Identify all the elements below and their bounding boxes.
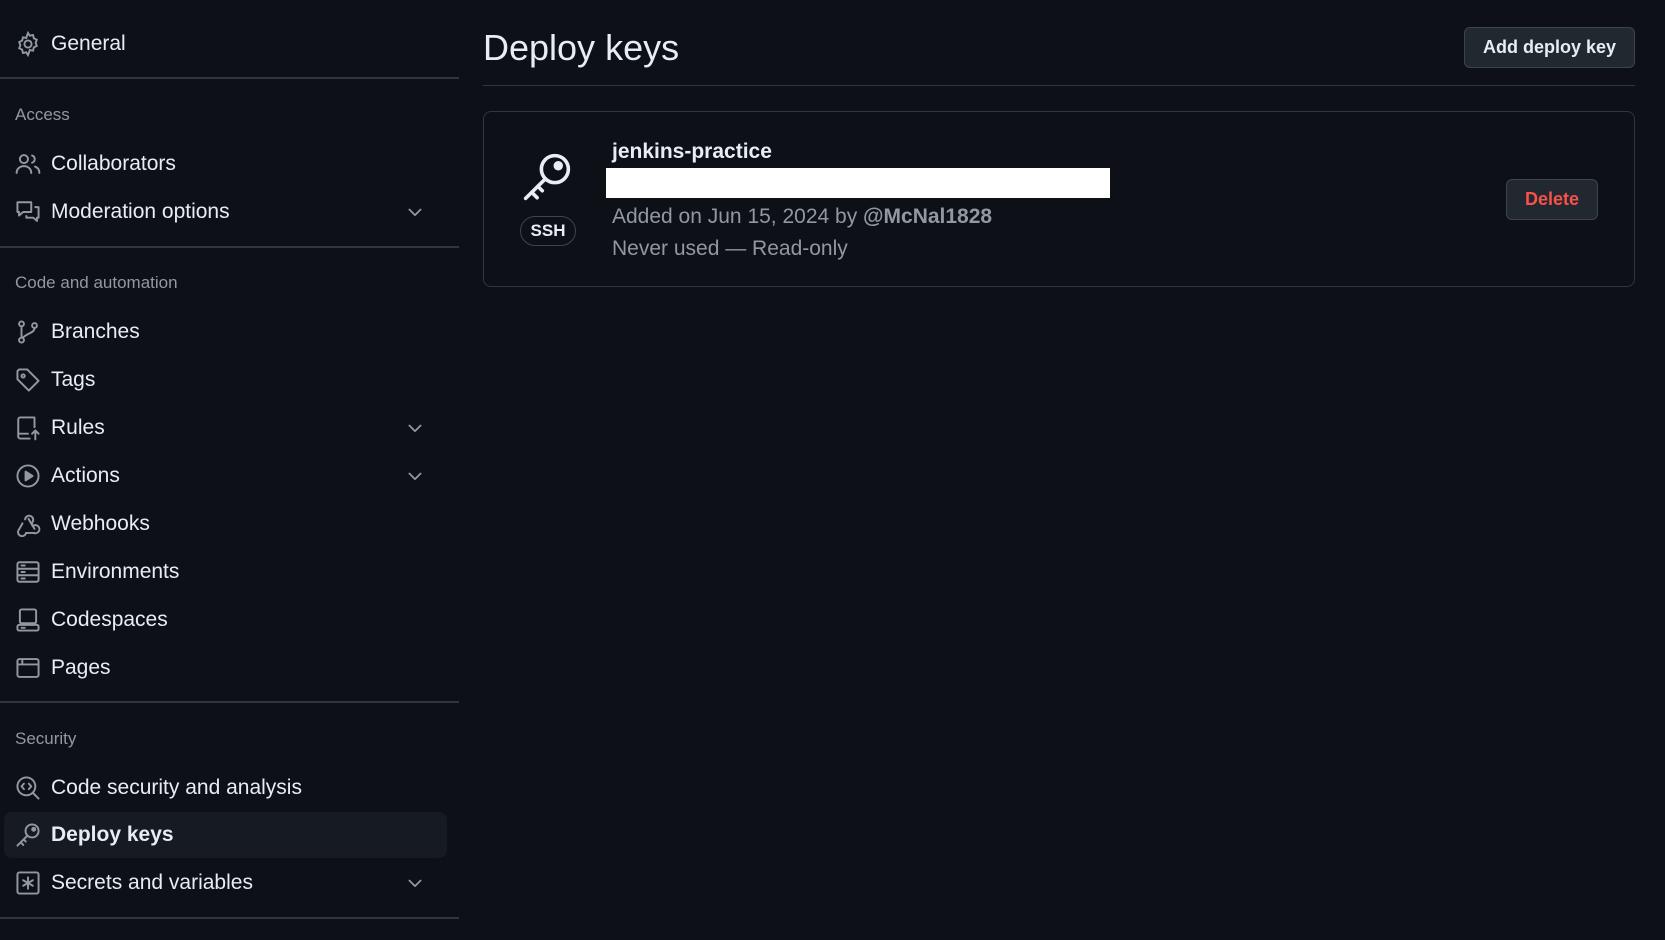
codescan-icon [15,775,41,801]
sidebar-item-rules[interactable]: Rules [4,405,447,451]
title-divider [483,85,1635,86]
sidebar-item-label: Code security and analysis [51,776,302,799]
sidebar-item-collaborators[interactable]: Collaborators [4,141,447,187]
sidebar-item-label: Pages [51,656,111,679]
delete-key-button[interactable]: Delete [1505,179,1598,220]
sidebar-item-label: Deploy keys [51,823,174,846]
sidebar-item-label: Tags [51,368,96,391]
sidebar-item-general[interactable]: General [4,21,447,67]
settings-sidebar: General Access Collaborators Moderation … [0,0,459,940]
tag-icon [15,367,41,393]
repo-push-icon [15,415,41,441]
play-icon [15,463,41,489]
sidebar-item-label: Codespaces [51,608,168,631]
sidebar-divider [0,77,459,79]
chevron-down-icon[interactable] [405,873,425,893]
sidebar-item-label: Environments [51,560,180,583]
gear-icon [15,31,41,57]
people-icon [15,151,41,177]
sidebar-item-webhooks[interactable]: Webhooks [4,501,447,547]
sidebar-divider [0,917,459,919]
deploy-key-title: jenkins-practice [612,140,772,163]
sidebar-item-label: Actions [51,464,120,487]
webhook-icon [15,511,41,537]
section-heading-security: Security [15,729,77,748]
git-branch-icon [15,319,41,345]
sidebar-divider [0,246,459,248]
sidebar-divider [0,701,459,703]
page-title: Deploy keys [483,27,680,68]
sidebar-item-pages[interactable]: Pages [4,645,447,691]
sidebar-item-branches[interactable]: Branches [4,309,447,355]
settings-page: General Access Collaborators Moderation … [0,0,1665,940]
sidebar-item-secrets-variables[interactable]: Secrets and variables [4,860,447,906]
key-added-date: Added on Jun 15, 2024 by [612,205,864,228]
section-heading-code-automation: Code and automation [15,273,178,292]
section-heading-access: Access [15,105,70,124]
chevron-down-icon[interactable] [405,418,425,438]
sidebar-item-label: Rules [51,416,105,439]
browser-icon [15,655,41,681]
sidebar-item-environments[interactable]: Environments [4,549,447,595]
key-author-link[interactable]: @McNal1828 [863,205,992,228]
add-deploy-key-button[interactable]: Add deploy key [1463,27,1635,68]
comment-discussion-icon [15,199,41,225]
key-usage-status: Never used — Read-only [612,237,848,260]
sidebar-item-codespaces[interactable]: Codespaces [4,597,447,643]
key-fingerprint-redacted [606,168,1110,198]
sidebar-item-deploy-keys[interactable]: Deploy keys [4,812,447,858]
sidebar-item-label: General [51,32,126,55]
key-asterisk-icon [15,870,41,896]
deploy-key-card: SSH jenkins-practice Added on Jun 15, 20… [483,111,1635,287]
sidebar-item-label: Branches [51,320,140,343]
deploy-keys-main: Deploy keys Add deploy key SSH jenkins-p… [483,0,1635,940]
sidebar-item-tags[interactable]: Tags [4,357,447,403]
chevron-down-icon[interactable] [405,466,425,486]
key-icon [15,822,41,848]
chevron-down-icon[interactable] [405,202,425,222]
sidebar-item-moderation-options[interactable]: Moderation options [4,189,447,235]
codespaces-icon [15,607,41,633]
sidebar-item-label: Secrets and variables [51,871,253,894]
sidebar-item-label: Collaborators [51,152,176,175]
key-added-info: Added on Jun 15, 2024 by @McNal1828 [612,205,992,229]
active-indicator [0,821,4,849]
server-icon [15,559,41,585]
sidebar-item-code-security[interactable]: Code security and analysis [4,765,447,811]
sidebar-item-label: Webhooks [51,512,150,535]
key-icon [520,150,574,204]
key-type-badge: SSH [520,216,576,246]
sidebar-item-actions[interactable]: Actions [4,453,447,499]
sidebar-item-label: Moderation options [51,200,230,223]
